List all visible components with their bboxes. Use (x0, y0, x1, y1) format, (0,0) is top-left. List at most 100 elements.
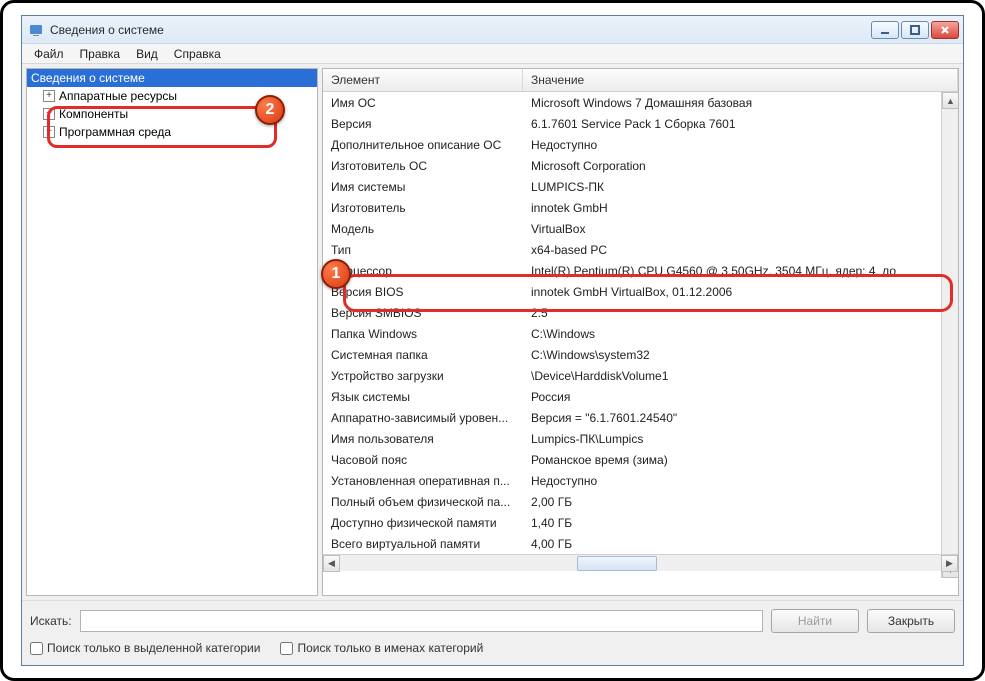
cell-key: Аппаратно-зависимый уровен... (323, 411, 523, 425)
scroll-thumb[interactable] (577, 556, 657, 571)
col-element[interactable]: Элемент (323, 69, 523, 91)
table-row[interactable]: Системная папкаC:\Windows\system32 (323, 344, 958, 365)
horizontal-scrollbar[interactable]: ◀ ▶ (323, 554, 958, 571)
cell-value: \Device\HarddiskVolume1 (523, 369, 958, 383)
table-row[interactable]: Версия BIOSinnotek GmbH VirtualBox, 01.1… (323, 281, 958, 302)
table-row[interactable]: Изготовитель ОСMicrosoft Corporation (323, 155, 958, 176)
find-button[interactable]: Найти (771, 609, 859, 633)
cell-value: Microsoft Corporation (523, 159, 958, 173)
scroll-up-icon[interactable]: ▲ (942, 92, 958, 109)
cell-value: Версия = "6.1.7601.24540" (523, 411, 958, 425)
cell-value: Недоступно (523, 474, 958, 488)
cell-key: Имя системы (323, 180, 523, 194)
table-row[interactable]: Установленная оперативная п...Недоступно (323, 470, 958, 491)
cell-value: Романское время (зима) (523, 453, 958, 467)
expand-icon[interactable]: + (43, 90, 55, 102)
table-row[interactable]: Полный объем физической па...2,00 ГБ (323, 491, 958, 512)
cell-value: 2,00 ГБ (523, 495, 958, 509)
cell-value: C:\Windows\system32 (523, 348, 958, 362)
tree-hardware-label: Аппаратные ресурсы (59, 89, 177, 103)
table-row[interactable]: Доступно физической памяти1,40 ГБ (323, 512, 958, 533)
menu-file[interactable]: Файл (26, 45, 72, 63)
cell-key: Полный объем физической па... (323, 495, 523, 509)
cell-key: Системная папка (323, 348, 523, 362)
cell-key: Имя пользователя (323, 432, 523, 446)
tree-software[interactable]: + Программная среда (27, 123, 317, 141)
cell-value: x64-based PC (523, 243, 958, 257)
menu-help[interactable]: Справка (166, 45, 229, 63)
tree-components-label: Компоненты (59, 107, 128, 121)
maximize-button[interactable] (901, 21, 929, 39)
table-row[interactable]: Папка WindowsC:\Windows (323, 323, 958, 344)
table-row[interactable]: Версия SMBIOS2.5 (323, 302, 958, 323)
cell-key: Версия SMBIOS (323, 306, 523, 320)
search-names-only-checkbox[interactable] (280, 642, 293, 655)
table-row[interactable]: Язык системыРоссия (323, 386, 958, 407)
titlebar[interactable]: Сведения о системе (22, 16, 963, 44)
cell-key: Изготовитель (323, 201, 523, 215)
table-row[interactable]: Изготовительinnotek GmbH (323, 197, 958, 218)
info-panel: Элемент Значение Имя ОСMicrosoft Windows… (322, 68, 959, 596)
table-row[interactable]: Имя пользователяLumpics-ПК\Lumpics (323, 428, 958, 449)
expand-icon[interactable]: + (43, 126, 55, 138)
cell-value: LUMPICS-ПК (523, 180, 958, 194)
cell-value: VirtualBox (523, 222, 958, 236)
menu-edit[interactable]: Правка (72, 45, 129, 63)
col-value[interactable]: Значение (523, 69, 958, 91)
cell-value: Lumpics-ПК\Lumpics (523, 432, 958, 446)
scroll-left-icon[interactable]: ◀ (323, 555, 340, 572)
cell-value: 4,00 ГБ (523, 537, 958, 551)
search-names-only[interactable]: Поиск только в именах категорий (280, 641, 483, 655)
menu-view[interactable]: Вид (128, 45, 166, 63)
cell-value: innotek GmbH (523, 201, 958, 215)
table-row[interactable]: Дополнительное описание ОСНедоступно (323, 134, 958, 155)
cell-key: Папка Windows (323, 327, 523, 341)
menubar: Файл Правка Вид Справка (22, 44, 963, 64)
tree-root[interactable]: Сведения о системе (27, 69, 317, 87)
table-row[interactable]: Версия6.1.7601 Service Pack 1 Сборка 760… (323, 113, 958, 134)
search-area: Искать: Найти Закрыть Поиск только в выд… (22, 600, 963, 665)
cell-key: Тип (323, 243, 523, 257)
cell-value: Недоступно (523, 138, 958, 152)
search-category-only[interactable]: Поиск только в выделенной категории (30, 641, 260, 655)
scroll-right-icon[interactable]: ▶ (941, 555, 958, 572)
tree-root-label: Сведения о системе (31, 71, 145, 85)
cell-value: Microsoft Windows 7 Домашняя базовая (523, 96, 958, 110)
table-row[interactable]: Часовой поясРоманское время (зима) (323, 449, 958, 470)
table-row[interactable]: МодельVirtualBox (323, 218, 958, 239)
cell-key: Версия (323, 117, 523, 131)
table-row[interactable]: Типx64-based PC (323, 239, 958, 260)
cell-key: Устройство загрузки (323, 369, 523, 383)
cell-key: Язык системы (323, 390, 523, 404)
search-input[interactable] (80, 610, 763, 632)
cell-key: Часовой пояс (323, 453, 523, 467)
app-icon (28, 22, 44, 38)
system-info-window: Сведения о системе Файл Правка Вид Справ… (21, 15, 964, 666)
callout-2: 2 (255, 95, 285, 125)
cell-key: Процессор (323, 264, 523, 278)
vertical-scrollbar[interactable]: ▲ ▼ (941, 92, 958, 578)
minimize-button[interactable] (871, 21, 899, 39)
table-row[interactable]: Аппаратно-зависимый уровен...Версия = "6… (323, 407, 958, 428)
info-rows: Имя ОСMicrosoft Windows 7 Домашняя базов… (323, 92, 958, 554)
table-row[interactable]: Имя системыLUMPICS-ПК (323, 176, 958, 197)
callout-1: 1 (321, 259, 351, 289)
tree-software-label: Программная среда (59, 125, 171, 139)
cell-key: Имя ОС (323, 96, 523, 110)
table-row[interactable]: ПроцессорIntel(R) Pentium(R) CPU G4560 @… (323, 260, 958, 281)
column-headers: Элемент Значение (323, 69, 958, 92)
search-category-only-checkbox[interactable] (30, 642, 43, 655)
expand-icon[interactable]: + (43, 108, 55, 120)
search-category-only-label: Поиск только в выделенной категории (47, 641, 260, 655)
close-search-button[interactable]: Закрыть (867, 609, 955, 633)
search-label: Искать: (30, 614, 72, 628)
window-title: Сведения о системе (50, 23, 164, 37)
cell-value: innotek GmbH VirtualBox, 01.12.2006 (523, 285, 958, 299)
table-row[interactable]: Всего виртуальной памяти4,00 ГБ (323, 533, 958, 554)
cell-key: Доступно физической памяти (323, 516, 523, 530)
close-button[interactable] (931, 21, 959, 39)
table-row[interactable]: Имя ОСMicrosoft Windows 7 Домашняя базов… (323, 92, 958, 113)
cell-value: C:\Windows (523, 327, 958, 341)
table-row[interactable]: Устройство загрузки\Device\HarddiskVolum… (323, 365, 958, 386)
cell-value: 2.5 (523, 306, 958, 320)
